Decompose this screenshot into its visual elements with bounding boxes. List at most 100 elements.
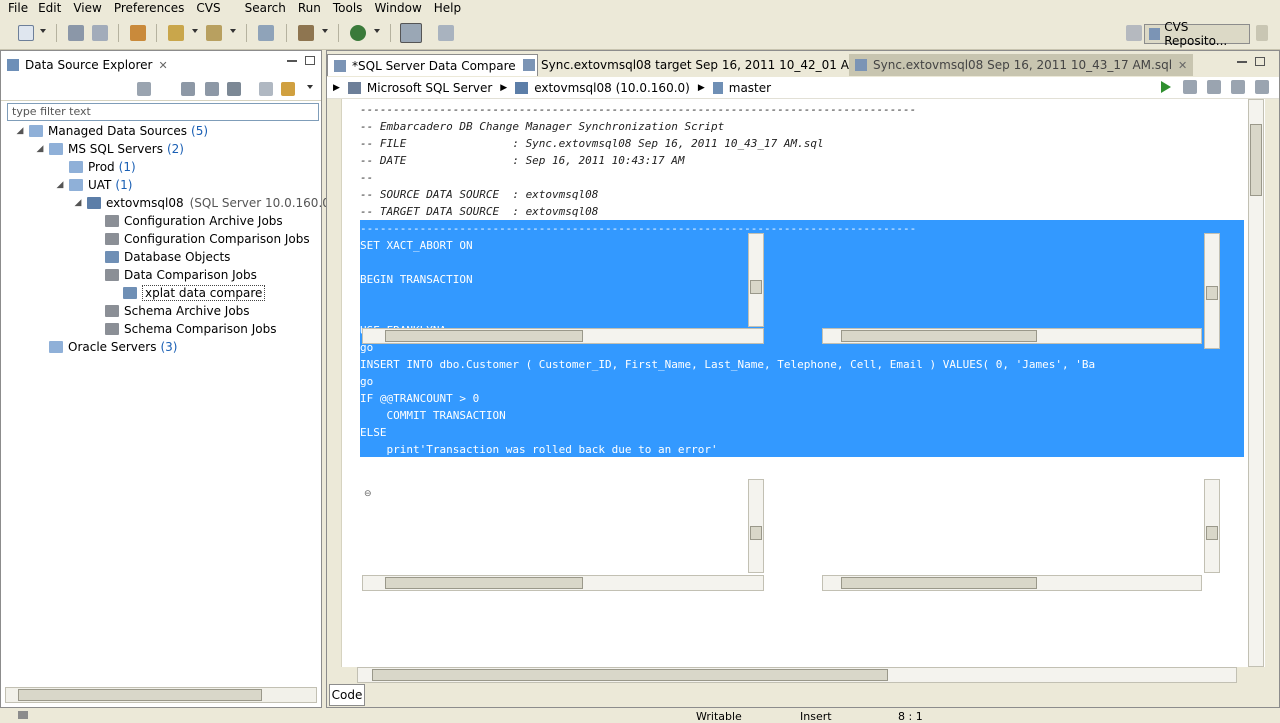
import-dropdown-icon[interactable]: [192, 29, 198, 33]
tree-node-data-comparison-jobs[interactable]: Data Comparison Jobs: [105, 266, 257, 284]
new-dropdown-icon[interactable]: [40, 29, 46, 33]
vertical-scrollbar[interactable]: [748, 479, 764, 573]
node-count: (1): [115, 178, 133, 192]
expanded-icon[interactable]: ◢: [55, 180, 65, 190]
scrollbar-thumb[interactable]: [750, 526, 762, 540]
export-schema-icon[interactable]: [205, 82, 219, 96]
expanded-icon[interactable]: ◢: [35, 144, 45, 154]
tree-node-schema-archive-jobs[interactable]: Schema Archive Jobs: [105, 302, 250, 320]
vertical-scrollbar[interactable]: [1204, 479, 1220, 573]
server-version: (SQL Server 10.0.160.0): [189, 196, 335, 210]
script-refresh-icon[interactable]: [1255, 80, 1269, 94]
expanded-icon[interactable]: ◢: [73, 198, 83, 208]
compare-icon[interactable]: [400, 23, 422, 43]
minimize-icon[interactable]: [287, 60, 297, 62]
sql-editor[interactable]: ⊖ --------------------------------------…: [341, 99, 1265, 667]
minimize-icon[interactable]: [1237, 61, 1247, 63]
perspective-menu-icon[interactable]: [1256, 25, 1268, 41]
close-icon[interactable]: ✕: [1178, 59, 1187, 72]
tree-node-managed-data-sources[interactable]: ◢ Managed Data Sources (5): [15, 122, 209, 140]
tree-node-config-archive-jobs[interactable]: Configuration Archive Jobs: [105, 212, 283, 230]
tree-node-config-comparison-jobs[interactable]: Configuration Comparison Jobs: [105, 230, 310, 248]
save-all-icon[interactable]: [92, 25, 108, 41]
run-script-icon[interactable]: [1161, 81, 1171, 93]
run-icon[interactable]: [350, 25, 366, 41]
scrollbar-thumb[interactable]: [750, 280, 762, 294]
undo-icon[interactable]: [258, 25, 274, 41]
scrollbar-thumb[interactable]: [372, 669, 888, 681]
maximize-icon[interactable]: [305, 56, 315, 65]
tab-sql-server-data-compare[interactable]: *SQL Server Data Compare ✕: [327, 54, 538, 76]
tree-node-schema-comparison-jobs[interactable]: Schema Comparison Jobs: [105, 320, 276, 338]
vertical-scrollbar[interactable]: [748, 233, 764, 327]
run-dropdown-icon[interactable]: [374, 29, 380, 33]
editor-horizontal-scrollbar[interactable]: [357, 667, 1237, 683]
scrollbar-thumb[interactable]: [841, 330, 1037, 342]
view-menu-icon[interactable]: [307, 85, 313, 89]
menu-tools[interactable]: Tools: [333, 1, 363, 15]
tree-node-ms-sql-servers[interactable]: ◢ MS SQL Servers (2): [35, 140, 184, 158]
scrollbar-thumb[interactable]: [1250, 124, 1262, 196]
scrollbar-thumb[interactable]: [385, 330, 583, 342]
export-dropdown-icon[interactable]: [230, 29, 236, 33]
tree-node-uat[interactable]: ◢ UAT (1): [55, 176, 133, 194]
tree-node-oracle-servers[interactable]: Oracle Servers (3): [35, 338, 177, 356]
horizontal-scrollbar[interactable]: [5, 687, 317, 703]
print-icon[interactable]: [130, 25, 146, 41]
tree-node-xplat-data-compare[interactable]: xplat data compare: [123, 284, 266, 302]
scrollbar-thumb[interactable]: [1206, 526, 1218, 540]
menu-search[interactable]: Search: [245, 1, 286, 15]
save-icon[interactable]: [68, 25, 84, 41]
menu-view[interactable]: View: [73, 1, 101, 15]
collapse-all-icon[interactable]: [259, 82, 273, 96]
menu-run[interactable]: Run: [298, 1, 321, 15]
explorer-tab[interactable]: Data Source Explorer ✕: [5, 55, 168, 75]
filter-input[interactable]: type filter text: [7, 103, 319, 121]
import-schema-icon[interactable]: [181, 82, 195, 96]
horizontal-scrollbar[interactable]: [822, 328, 1202, 344]
menu-edit[interactable]: Edit: [38, 1, 61, 15]
scrollbar-thumb[interactable]: [841, 577, 1037, 589]
breadcrumb-item[interactable]: master: [729, 81, 771, 95]
menu-file[interactable]: File: [8, 1, 28, 15]
link-icon[interactable]: [281, 82, 295, 96]
script-options-icon[interactable]: [1183, 80, 1197, 94]
find-icon[interactable]: [227, 82, 241, 96]
horizontal-scrollbar[interactable]: [822, 575, 1202, 591]
tab-code[interactable]: Code: [329, 684, 365, 706]
tree-node-extovmsql08[interactable]: ◢ extovmsql08 (SQL Server 10.0.160.0): [73, 194, 335, 212]
scrollbar-thumb[interactable]: [385, 577, 583, 589]
tab-sync-target[interactable]: Sync.extovmsql08 target Sep 16, 2011 10_…: [517, 54, 886, 76]
maximize-icon[interactable]: [1255, 57, 1265, 66]
import-icon[interactable]: [168, 25, 184, 41]
settings-icon[interactable]: [438, 25, 454, 41]
menu-window[interactable]: Window: [374, 1, 421, 15]
open-perspective-icon[interactable]: [1126, 25, 1142, 41]
script-settings-icon[interactable]: [1231, 80, 1245, 94]
tree-node-prod[interactable]: Prod (1): [55, 158, 136, 176]
script-export-icon[interactable]: [1207, 80, 1221, 94]
horizontal-scrollbar[interactable]: [362, 575, 764, 591]
new-icon[interactable]: [18, 25, 34, 41]
menu-preferences[interactable]: Preferences: [114, 1, 185, 15]
expanded-icon[interactable]: ◢: [15, 126, 25, 136]
scrollbar-thumb[interactable]: [18, 689, 262, 701]
horizontal-scrollbar[interactable]: [362, 328, 764, 344]
perspective-button[interactable]: CVS Reposito...: [1144, 20, 1250, 48]
tree-node-database-objects[interactable]: Database Objects: [105, 248, 230, 266]
sql-file-icon: [855, 59, 867, 71]
menu-cvs[interactable]: CVS: [196, 1, 220, 15]
collapse-icon[interactable]: [137, 82, 151, 96]
editor-vertical-scrollbar[interactable]: [1248, 99, 1264, 667]
wand-dropdown-icon[interactable]: [322, 29, 328, 33]
breadcrumb-item[interactable]: Microsoft SQL Server: [367, 81, 492, 95]
scrollbar-thumb[interactable]: [1206, 286, 1218, 300]
wand-icon[interactable]: [298, 25, 314, 41]
menu-help[interactable]: Help: [434, 1, 461, 15]
tab-sync-script[interactable]: Sync.extovmsql08 Sep 16, 2011 10_43_17 A…: [849, 54, 1194, 76]
vertical-scrollbar[interactable]: [1204, 233, 1220, 349]
export-icon[interactable]: [206, 25, 222, 41]
close-icon[interactable]: ✕: [158, 59, 167, 72]
fold-icon[interactable]: ⊖: [364, 489, 372, 499]
breadcrumb-item[interactable]: extovmsql08 (10.0.160.0): [534, 81, 690, 95]
